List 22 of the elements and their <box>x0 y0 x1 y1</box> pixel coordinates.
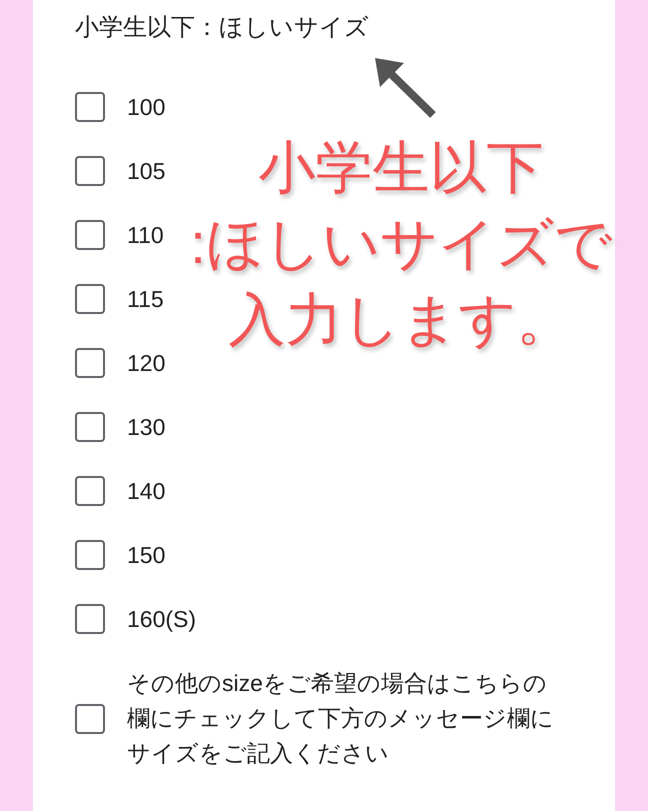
option-label: 100 <box>127 93 166 121</box>
annotation-text: 小学生以下 :ほしいサイズで 入力します。 <box>189 135 613 354</box>
checkbox[interactable] <box>75 348 105 378</box>
checkbox[interactable] <box>75 604 105 634</box>
option-label: 160(S) <box>127 605 196 633</box>
option-label: 105 <box>127 157 166 185</box>
checkbox[interactable] <box>75 92 105 122</box>
checkbox[interactable] <box>75 476 105 506</box>
checkbox[interactable] <box>75 220 105 250</box>
checkbox[interactable] <box>75 284 105 314</box>
option-label: 150 <box>127 541 166 569</box>
checkbox[interactable] <box>75 412 105 442</box>
checkbox[interactable] <box>75 704 105 734</box>
option-label: 120 <box>127 349 166 377</box>
option-label: 130 <box>127 413 166 441</box>
option-label: 110 <box>127 221 164 249</box>
option-label: 140 <box>127 477 166 505</box>
checkbox[interactable] <box>75 156 105 186</box>
question-title: 小学生以下：ほしいサイズ <box>75 14 369 42</box>
option-label: その他のsizeをご希望の場合はこちらの欄にチェックして下方のメッセージ欄にサイズをご記入ください <box>127 669 555 768</box>
option-label: 115 <box>127 285 164 313</box>
checkbox[interactable] <box>75 540 105 570</box>
